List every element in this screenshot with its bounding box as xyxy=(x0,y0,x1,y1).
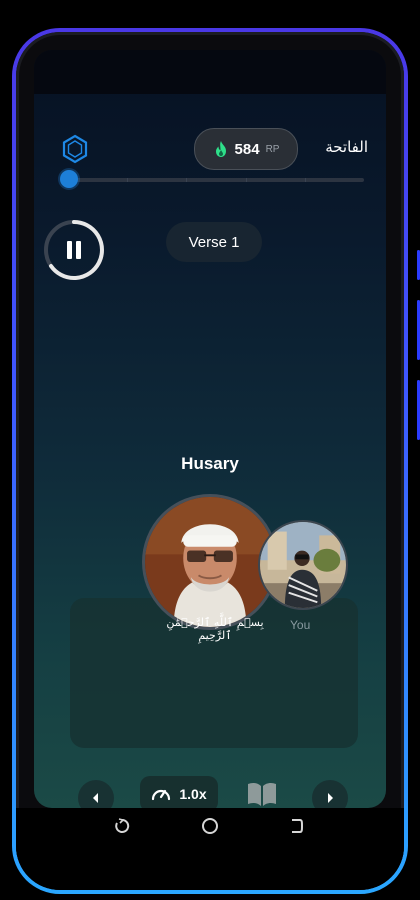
you-label: You xyxy=(290,618,311,632)
speedometer-icon xyxy=(152,789,171,801)
rp-value: 584 xyxy=(234,140,260,158)
rp-unit: RP xyxy=(265,143,280,155)
fire-icon xyxy=(215,141,226,157)
speed-value: 1.0x xyxy=(179,786,207,802)
phone-body: 584 RP الفاتحة Verse 1 Husary بِسۡمِ ٱلل… xyxy=(16,32,404,890)
pause-icon xyxy=(67,241,81,259)
next-verse-button[interactable] xyxy=(312,780,348,808)
pause-button[interactable] xyxy=(42,218,106,282)
hexagon-logo-icon[interactable] xyxy=(60,134,90,164)
chevron-right-icon xyxy=(328,793,333,803)
surah-title: الفاتحة xyxy=(325,138,368,156)
app-screen: 584 RP الفاتحة Verse 1 Husary بِسۡمِ ٱلل… xyxy=(34,50,386,808)
progress-slider-thumb[interactable] xyxy=(60,170,78,188)
previous-verse-button[interactable] xyxy=(78,780,114,808)
rp-points-chip[interactable]: 584 RP xyxy=(194,128,298,170)
user-avatar[interactable] xyxy=(258,520,348,610)
playback-speed-button[interactable]: 1.0x xyxy=(140,776,218,808)
arabic-verse-text: بِسۡمِ ٱللَّهِ ٱلرَّحۡمَٰنِ ٱلرَّحِيمِ xyxy=(166,616,264,642)
audio-progress-slider[interactable] xyxy=(68,178,364,182)
recents-icon[interactable] xyxy=(114,818,130,834)
chevron-left-icon xyxy=(93,793,98,803)
open-book-icon[interactable] xyxy=(246,780,278,808)
status-bar xyxy=(34,50,386,94)
reciter-name: Husary xyxy=(181,454,239,473)
home-icon[interactable] xyxy=(202,818,218,834)
verse-indicator[interactable]: Verse 1 xyxy=(166,222,262,262)
back-icon[interactable] xyxy=(288,818,304,834)
phone-frame: 584 RP الفاتحة Verse 1 Husary بِسۡمِ ٱلل… xyxy=(12,28,408,894)
